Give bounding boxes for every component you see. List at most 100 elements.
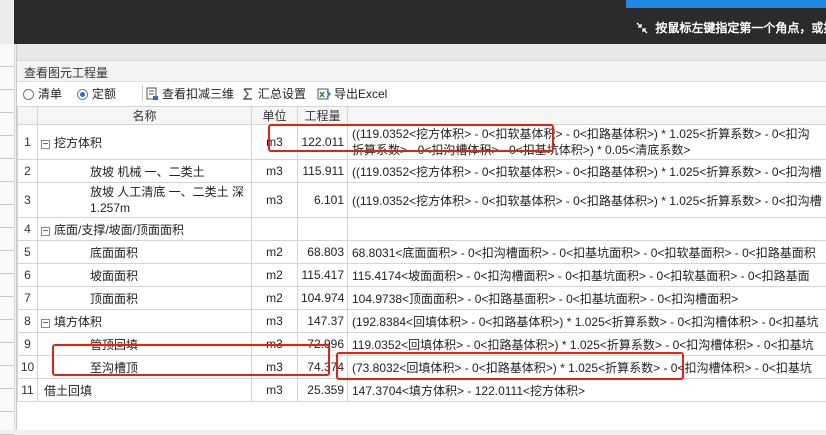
- row-number: 11: [18, 379, 38, 402]
- row-name[interactable]: 借土回填: [38, 379, 252, 402]
- view-3d-label: 查看扣减三维: [162, 87, 234, 101]
- collapse-toggle-icon[interactable]: −: [41, 227, 50, 236]
- row-unit: [252, 218, 298, 241]
- row-qty: 147.37: [298, 310, 348, 333]
- row-unit: m3: [252, 356, 298, 379]
- row-expression[interactable]: ((119.0352<挖方体积> - 0<扣软基体积> - 0<扣路基体积>) …: [348, 160, 826, 183]
- table-row[interactable]: 2 放坡 机械 一、二类土 m3 115.911 ((119.0352<挖方体积…: [18, 160, 826, 183]
- row-qty: 68.803: [298, 241, 348, 264]
- row-unit: m3: [252, 160, 298, 183]
- row-qty: 74.374: [298, 356, 348, 379]
- row-expression[interactable]: [348, 218, 826, 241]
- row-unit: m2: [252, 241, 298, 264]
- quota-radio-label: 定额: [92, 87, 116, 101]
- row-number: 4: [18, 218, 38, 241]
- row-expression[interactable]: 115.4174<坡面面积> - 0<扣沟槽面积> - 0<扣基坑面积> - 0…: [348, 264, 826, 287]
- col-header-name: 名称: [38, 107, 252, 125]
- row-name[interactable]: 放坡 机械 一、二类土: [38, 160, 252, 183]
- export-excel-button[interactable]: 导出Excel: [317, 85, 387, 102]
- row-expression[interactable]: 119.0352<回填体积> - 0<扣路基体积>) * 1.025<折算系数>…: [348, 333, 826, 356]
- quota-radio-circle[interactable]: [77, 89, 88, 100]
- top-bar: 按鼠标左键指定第一个角点，或拾: [0, 0, 826, 44]
- panel-title-bar: [17, 44, 826, 61]
- col-header-expr: [348, 107, 826, 125]
- summary-settings-label: 汇总设置: [258, 87, 306, 101]
- row-qty: [298, 218, 348, 241]
- left-strip: [0, 44, 15, 430]
- row-qty: 115.417: [298, 264, 348, 287]
- table-row[interactable]: 7 顶面面积 m2 104.974 104.9738<顶面面积> - 0<扣路基…: [18, 287, 826, 310]
- table-row[interactable]: 8 −填方体积 m3 147.37 (192.8384<回填体积> - 0<扣路…: [18, 310, 826, 333]
- row-unit: m3: [252, 333, 298, 356]
- row-unit: m2: [252, 287, 298, 310]
- toolbar: 清单 定额 查看扣减三维 汇总设置 导出Excel: [17, 82, 826, 104]
- row-name[interactable]: 底面面积: [38, 241, 252, 264]
- collapse-toggle-icon[interactable]: −: [41, 319, 50, 328]
- row-number: 9: [18, 333, 38, 356]
- table-row[interactable]: 10 至沟槽顶 m3 74.374 (73.8032<回填体积> - 0<扣路基…: [18, 356, 826, 379]
- row-unit: m3: [252, 310, 298, 333]
- row-name-cell[interactable]: −底面/支撑/坡面/顶面面积: [38, 218, 252, 241]
- row-name-cell[interactable]: −填方体积: [38, 310, 252, 333]
- row-unit: m3: [252, 183, 298, 218]
- row-expression[interactable]: 147.3704<填方体积> - 122.0111<挖方体积>: [348, 379, 826, 402]
- list-radio[interactable]: 清单: [23, 85, 62, 102]
- quantity-panel: 查看图元工程量 清单 定额 查看扣减三维 汇总设置 导出Excel 名称 单位: [16, 44, 826, 430]
- row-qty: 6.101: [298, 183, 348, 218]
- row-number: 6: [18, 264, 38, 287]
- list-radio-circle[interactable]: [23, 89, 34, 100]
- row-unit: m3: [252, 379, 298, 402]
- collapse-toggle-icon[interactable]: −: [41, 140, 50, 149]
- row-unit: m2: [252, 264, 298, 287]
- row-name: 填方体积: [54, 315, 102, 329]
- row-name-cell[interactable]: −挖方体积: [38, 125, 252, 160]
- toolbar-divider: [142, 85, 143, 101]
- view-3d-icon: [145, 87, 159, 101]
- col-header-unit: 单位: [252, 107, 298, 125]
- table-header-row: 名称 单位 工程量: [18, 107, 826, 125]
- panel-header: 查看图元工程量: [17, 61, 826, 82]
- row-expression[interactable]: (73.8032<回填体积> - 0<扣路基体积>) * 1.025<折算系数>…: [348, 356, 826, 379]
- table-row[interactable]: 1 −挖方体积 m3 122.011 ((119.0352<挖方体积> - 0<…: [18, 125, 826, 160]
- row-expression-line2: 折算系数> - 0<扣沟槽体积> - 0<扣基坑体积>) * 0.05<清底系数…: [352, 143, 690, 157]
- row-number: 5: [18, 241, 38, 264]
- col-header-qty: 工程量: [298, 107, 348, 125]
- table-row[interactable]: 4 −底面/支撑/坡面/顶面面积: [18, 218, 826, 241]
- row-qty: 122.011: [298, 125, 348, 160]
- row-number: 1: [18, 125, 38, 160]
- row-expression[interactable]: 68.8031<底面面积> - 0<扣沟槽面积> - 0<扣基坑面积> - 0<…: [348, 241, 826, 264]
- table-row[interactable]: 11 借土回填 m3 25.359 147.3704<填方体积> - 122.0…: [18, 379, 826, 402]
- export-excel-label: 导出Excel: [334, 87, 387, 101]
- row-expression[interactable]: ((119.0352<挖方体积> - 0<扣软基体积> - 0<扣路基体积>) …: [348, 125, 826, 160]
- row-name[interactable]: 至沟槽顶: [38, 356, 252, 379]
- hint-text: 按鼠标左键指定第一个角点，或拾: [655, 21, 826, 35]
- quantity-table: 名称 单位 工程量 1 −挖方体积 m3 122.011 ((119.0352<…: [17, 106, 826, 402]
- row-number: 3: [18, 183, 38, 218]
- summary-settings-button[interactable]: 汇总设置: [241, 85, 306, 102]
- row-name[interactable]: 管顶回填: [38, 333, 252, 356]
- row-name[interactable]: 坡面面积: [38, 264, 252, 287]
- row-expression[interactable]: (192.8384<回填体积> - 0<扣路基体积>) * 1.025<折算系数…: [348, 310, 826, 333]
- top-left-strip: [0, 0, 14, 44]
- table-row[interactable]: 5 底面面积 m2 68.803 68.8031<底面面积> - 0<扣沟槽面积…: [18, 241, 826, 264]
- row-name[interactable]: 顶面面积: [38, 287, 252, 310]
- row-name-cell[interactable]: 放坡 人工清底 一、二类土 深1.257m: [38, 183, 252, 218]
- table-row[interactable]: 6 坡面面积 m2 115.417 115.4174<坡面面积> - 0<扣沟槽…: [18, 264, 826, 287]
- row-expression[interactable]: ((119.0352<挖方体积> - 0<扣软基体积> - 0<扣路基体积>) …: [348, 183, 826, 218]
- table-row[interactable]: 9 管顶回填 m3 72.996 119.0352<回填体积> - 0<扣路基体…: [18, 333, 826, 356]
- row-number: 2: [18, 160, 38, 183]
- quota-radio[interactable]: 定额: [77, 85, 116, 102]
- row-name: 放坡 人工清底 一、二类土 深: [90, 185, 244, 199]
- view-3d-button[interactable]: 查看扣减三维: [145, 85, 234, 102]
- row-number: 8: [18, 310, 38, 333]
- excel-export-icon: [317, 87, 331, 101]
- row-qty: 115.911: [298, 160, 348, 183]
- row-expression[interactable]: 104.9738<顶面面积> - 0<扣路基面积> - 0<扣基坑面积> - 0…: [348, 287, 826, 310]
- status-hint: 按鼠标左键指定第一个角点，或拾: [636, 19, 826, 36]
- row-number: 7: [18, 287, 38, 310]
- row-qty: 72.996: [298, 333, 348, 356]
- list-radio-label: 清单: [38, 87, 62, 101]
- table-row[interactable]: 3 放坡 人工清底 一、二类土 深1.257m m3 6.101 ((119.0…: [18, 183, 826, 218]
- row-name: 挖方体积: [54, 136, 102, 150]
- collapse-arrows-icon: [636, 22, 648, 34]
